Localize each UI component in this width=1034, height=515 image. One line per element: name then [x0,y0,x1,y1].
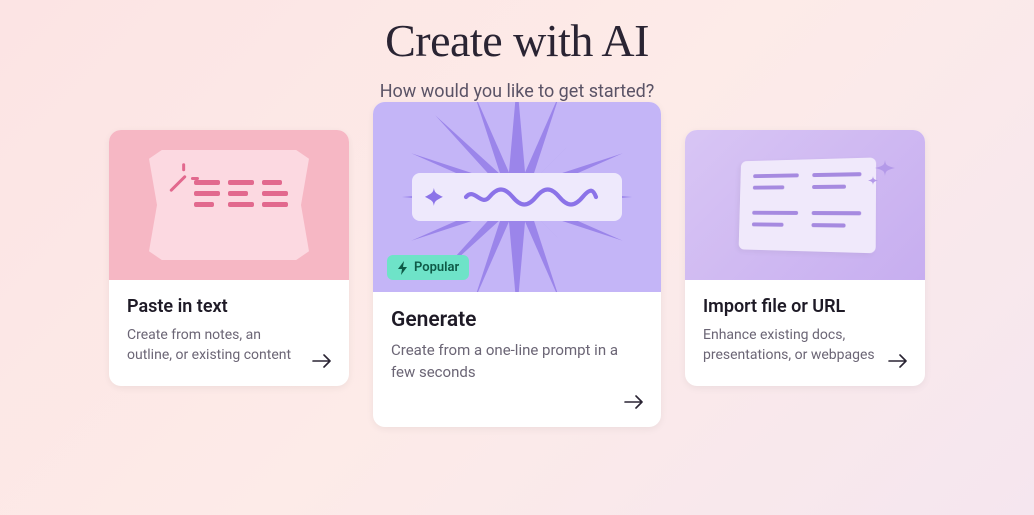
sparkle-icon [867,158,897,188]
card-generate-title: Generate [391,308,643,332]
arrow-right-icon [311,350,333,372]
card-import-desc: Enhance existing docs, presentations, or… [703,325,907,366]
card-paste-text[interactable]: Paste in text Create from notes, an outl… [109,130,349,386]
card-generate-desc: Create from a one-line prompt in a few s… [391,340,643,384]
sparkle-icon [424,187,444,207]
import-illustration [685,130,925,280]
page-subtitle: How would you like to get started? [0,81,1034,102]
card-import[interactable]: Import file or URL Enhance existing docs… [685,130,925,386]
card-import-title: Import file or URL [703,296,907,317]
popular-badge-label: Popular [414,260,459,275]
lightning-icon [397,261,409,275]
paste-illustration [109,130,349,280]
popular-badge: Popular [387,255,469,280]
arrow-right-icon [623,391,645,413]
wand-icon [169,175,187,193]
arrow-right-icon [887,350,909,372]
card-paste-title: Paste in text [127,296,331,317]
card-paste-desc: Create from notes, an outline, or existi… [127,325,331,366]
page-title: Create with AI [0,14,1034,67]
generate-illustration: Popular [373,102,661,292]
squiggle-icon [452,187,610,207]
card-generate[interactable]: Popular Generate Create from a one-line … [373,102,661,427]
card-row: Paste in text Create from notes, an outl… [0,130,1034,427]
